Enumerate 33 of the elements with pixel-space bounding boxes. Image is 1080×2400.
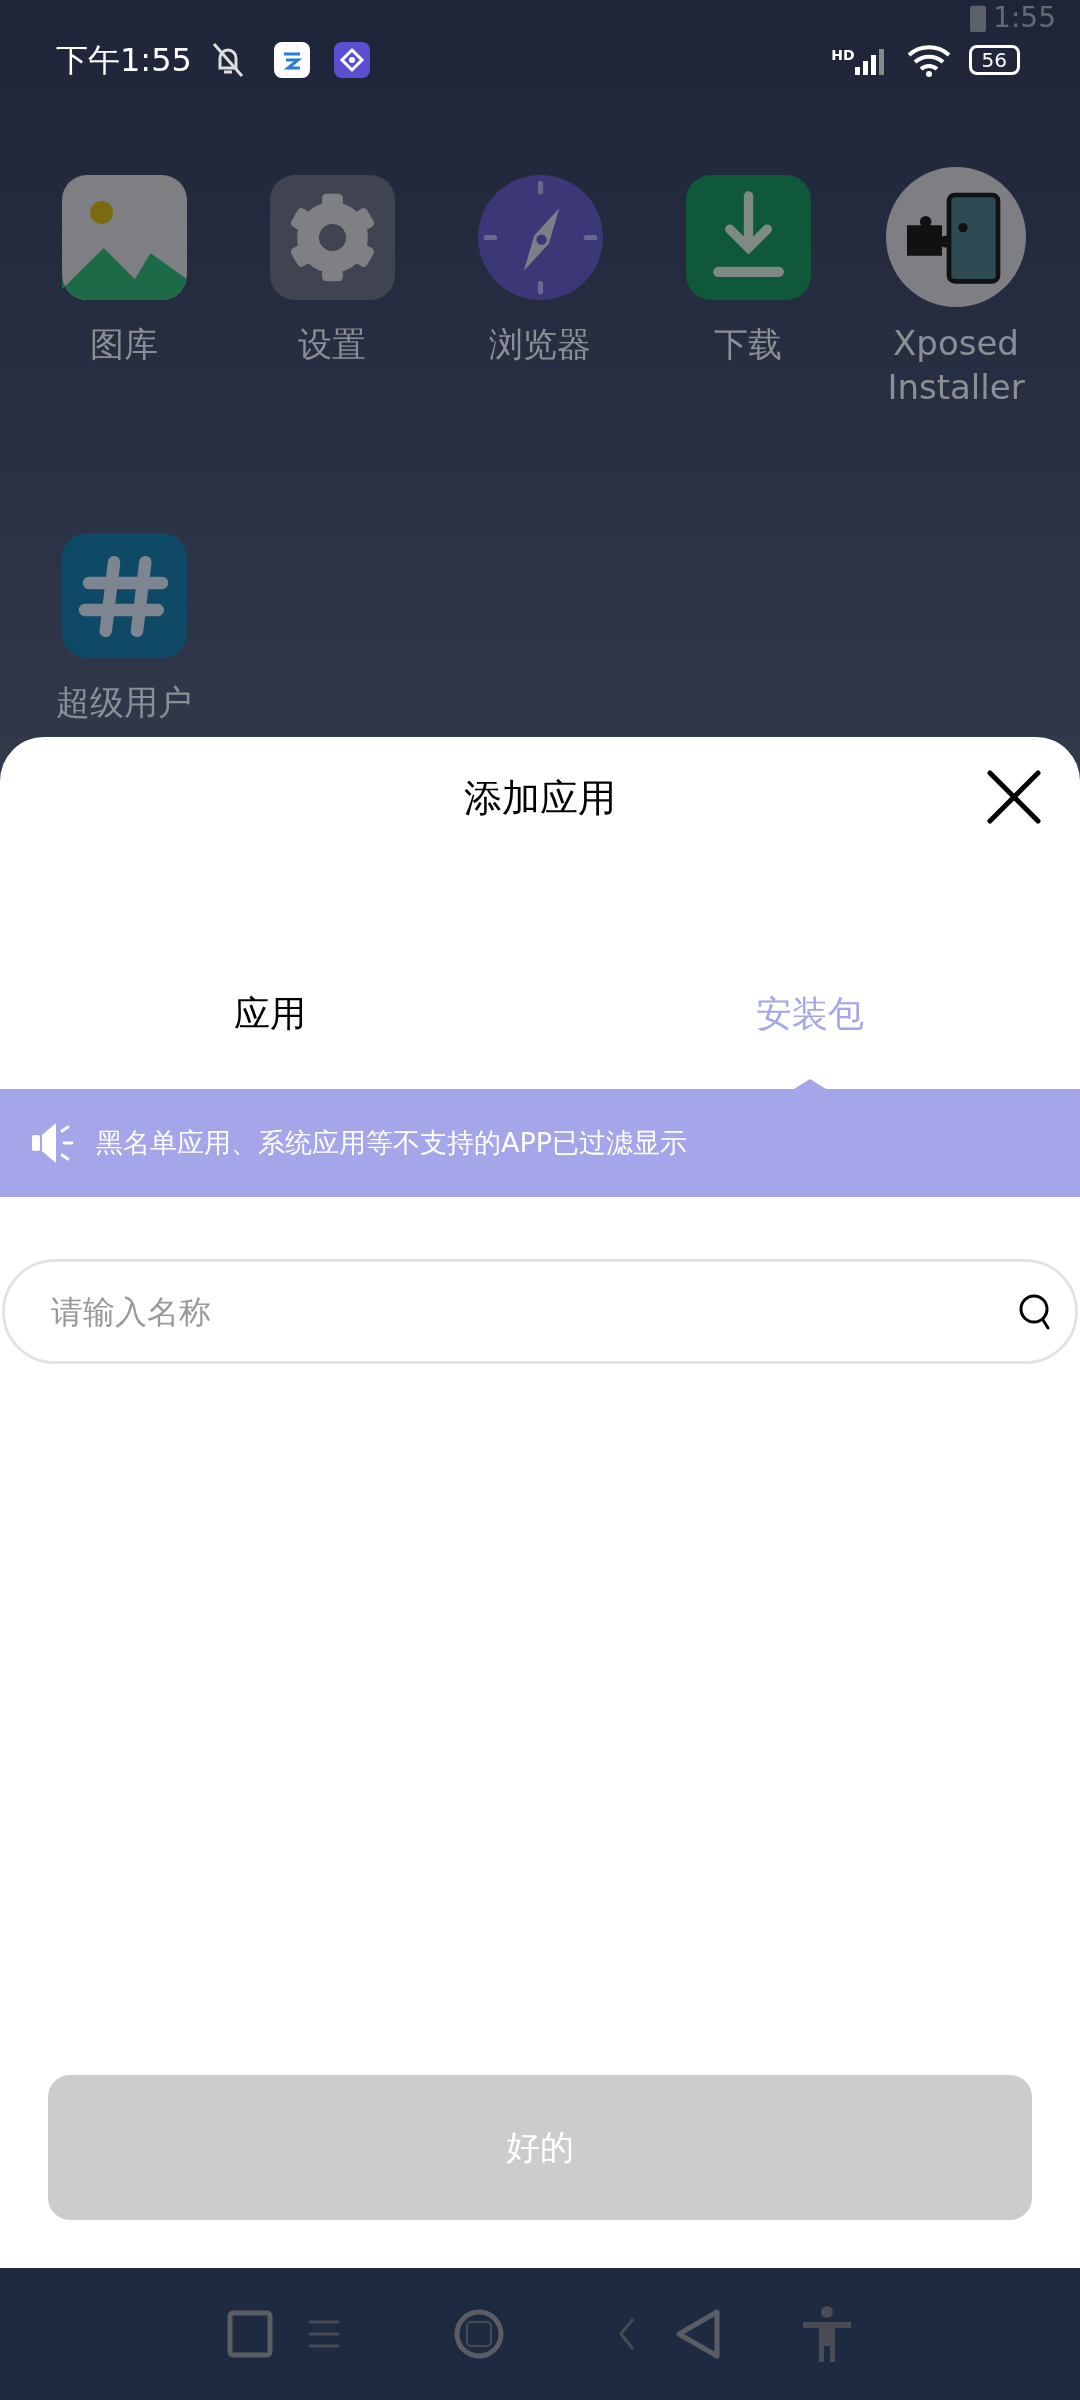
hash-icon: [61, 533, 187, 658]
notice-text: 黑名单应用、系统应用等不支持的APP已过滤显示: [96, 1125, 688, 1160]
search-icon: [1018, 1293, 1052, 1331]
app-label[interactable]: 图库: [29, 322, 219, 366]
app-notification-icon: [273, 42, 310, 78]
status-time: 下午1:55: [56, 40, 192, 81]
back-icon[interactable]: [675, 2308, 721, 2360]
puzzle-phone-icon: [886, 167, 1026, 307]
sheet-title: 添加应用: [464, 774, 616, 822]
app-label[interactable]: 设置: [237, 322, 427, 366]
wifi-icon: [906, 43, 951, 77]
home-icon[interactable]: [453, 2308, 505, 2360]
app-label[interactable]: Xposed Installer: [861, 321, 1051, 409]
close-icon: [984, 767, 1044, 827]
close-button[interactable]: [984, 767, 1044, 827]
app-notification-icon: [333, 42, 370, 78]
network-type: HD: [831, 46, 855, 65]
menu-icon[interactable]: [309, 2320, 339, 2348]
gallery-icon: [61, 175, 187, 300]
search-field[interactable]: 请输入名称: [2, 1259, 1078, 1364]
recents-icon[interactable]: [227, 2310, 273, 2358]
compass-icon: [477, 175, 603, 300]
battery-indicator: 56: [968, 45, 1020, 75]
app-label[interactable]: 浏览器: [445, 322, 635, 366]
app-label[interactable]: 超级用户: [29, 680, 219, 724]
ghost-time: 1:55: [993, 2, 1056, 34]
gear-icon: [269, 175, 395, 300]
app-label[interactable]: 下载: [653, 322, 843, 366]
tab[interactable]: 应用: [0, 959, 540, 1089]
accessibility-icon[interactable]: [801, 2306, 853, 2362]
battery-icon: [969, 3, 988, 33]
download-icon: [685, 175, 811, 300]
chevron-left-icon: [619, 2317, 635, 2351]
